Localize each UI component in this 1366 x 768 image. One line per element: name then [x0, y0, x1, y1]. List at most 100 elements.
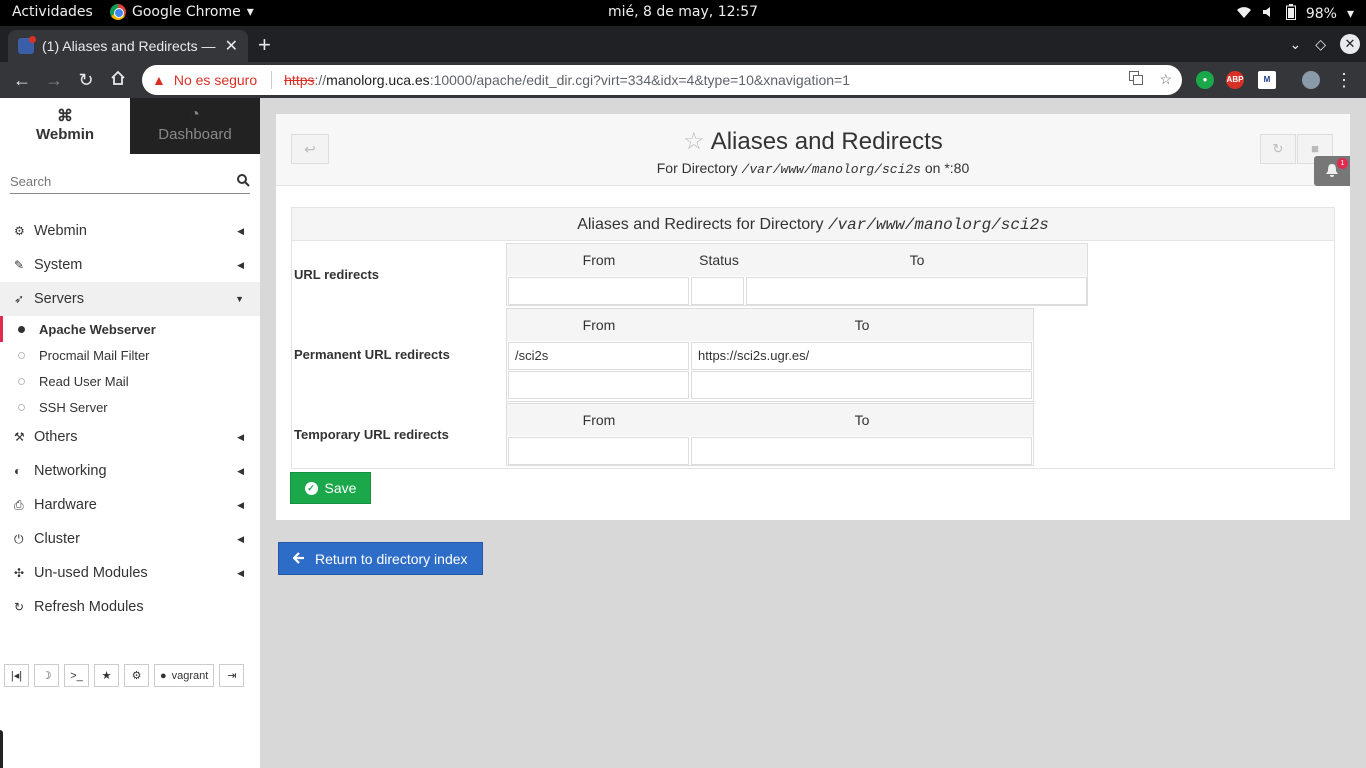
caret-down-icon: ▾ — [1346, 6, 1354, 22]
shield-icon: ◐ — [14, 464, 22, 478]
close-window-icon[interactable]: ✕ — [1340, 34, 1360, 54]
reload-module-button[interactable]: ↻ — [1260, 134, 1296, 164]
permanent-from-input[interactable] — [508, 371, 689, 399]
tab-webmin-label: Webmin — [35, 126, 95, 143]
sidebar-item-unused-modules[interactable]: ✣ Un-used Modules ◀ — [0, 556, 260, 590]
dock-edge — [0, 730, 3, 768]
sidebar-search — [10, 170, 250, 194]
sidebar-item-hardware[interactable]: ⎙ Hardware ◀ — [0, 488, 260, 522]
url-host: manolorg.uca.es — [326, 72, 430, 88]
sidebar-subitem-apache[interactable]: Apache Webserver — [0, 316, 260, 342]
temporary-from-input[interactable] — [508, 437, 689, 465]
sidebar-item-label: Cluster — [34, 531, 80, 547]
night-mode-icon[interactable]: ☽ — [34, 664, 59, 687]
chevron-down-icon[interactable]: ⌄ — [1289, 36, 1301, 53]
caret-left-icon: ◀ — [237, 499, 244, 510]
module-panel: ↩ ☆ Aliases and Redirects For Directory /… — [276, 114, 1350, 520]
gear-icon: ⚙ — [14, 224, 25, 238]
rocket-icon: ➶ — [14, 292, 25, 306]
return-button-label: Return to directory index — [315, 550, 468, 567]
form-title: Aliases and Redirects for Directory /var… — [292, 208, 1334, 241]
app-menu[interactable]: Google Chrome ▾ — [110, 4, 254, 20]
extension-green-icon[interactable]: ● — [1196, 71, 1214, 89]
column-header-to: To — [691, 404, 1033, 436]
webmin-logo-icon: ⌘ — [57, 108, 73, 125]
security-status[interactable]: No es seguro — [174, 72, 257, 88]
system-tray[interactable]: 98% ▾ — [1236, 4, 1354, 24]
temporary-redirects-table: From To — [506, 403, 1034, 466]
url-path: :10000/apache/edit_dir.cgi?virt=334&idx=… — [429, 72, 851, 88]
user-button[interactable]: ● vagrant — [154, 664, 215, 687]
forward-arrow-icon[interactable]: → — [38, 70, 70, 91]
printer-icon: ⎙ — [14, 497, 24, 512]
sidebar-item-system[interactable]: ✎ System ◀ — [0, 248, 260, 282]
terminal-icon[interactable]: >_ — [64, 664, 89, 687]
sidebar-item-webmin[interactable]: ⚙ Webmin ◀ — [0, 214, 260, 248]
profile-avatar[interactable] — [1302, 71, 1320, 89]
activities-button[interactable]: Actividades — [12, 4, 93, 20]
sidebar-item-label: System — [34, 257, 83, 273]
app-menu-label: Google Chrome — [132, 4, 241, 20]
sidebar-subitem-ssh[interactable]: SSH Server — [0, 394, 260, 420]
browser-tab[interactable]: (1) Aliases and Redirects — ✕ — [8, 30, 248, 62]
new-tab-button[interactable]: + — [258, 32, 271, 58]
sidebar-item-label: Refresh Modules — [34, 599, 144, 615]
search-input[interactable] — [10, 174, 237, 189]
url-scheme: https — [284, 72, 315, 88]
bookmark-star-icon[interactable]: ☆ — [1159, 71, 1172, 88]
permanent-to-value[interactable]: https://sci2s.ugr.es/ — [691, 342, 1032, 370]
search-icon[interactable] — [237, 173, 250, 190]
caret-down-icon: ▾ — [246, 4, 254, 20]
puzzle-icon: ✣ — [14, 566, 25, 580]
main-content: ↩ ☆ Aliases and Redirects For Directory /… — [260, 98, 1366, 768]
tab-webmin[interactable]: ⌘ Webmin — [0, 98, 130, 154]
page-title-row: ☆ Aliases and Redirects — [276, 127, 1350, 156]
sidebar-subitem-procmail[interactable]: Procmail Mail Filter — [0, 342, 260, 368]
save-button[interactable]: ✓ Save — [290, 472, 371, 504]
back-arrow-icon[interactable]: ← — [6, 70, 38, 91]
extension-chart-icon[interactable]: M — [1258, 71, 1276, 89]
save-button-label: Save — [324, 480, 357, 496]
collapse-sidebar-icon[interactable]: |◂| — [4, 664, 29, 687]
window-controls: ⌄ ◇ ✕ — [1289, 34, 1360, 54]
permanent-redirects-table: From To /sci2s https://sci2s.ugr.es/ — [506, 308, 1034, 402]
sidebar-item-networking[interactable]: ◐ Networking ◀ — [0, 454, 260, 488]
permanent-from-value[interactable]: /sci2s — [508, 342, 689, 370]
sidebar-subitem-read-mail[interactable]: Read User Mail — [0, 368, 260, 394]
close-tab-icon[interactable]: ✕ — [225, 36, 238, 56]
battery-level: 98% — [1305, 6, 1337, 22]
wifi-icon — [1236, 5, 1252, 23]
caret-left-icon: ◀ — [237, 225, 244, 236]
return-to-directory-index-button[interactable]: Return to directory index — [278, 542, 483, 575]
notifications-bell-icon[interactable]: 1 — [1314, 156, 1350, 186]
sidebar-item-servers[interactable]: ➶ Servers ▼ — [0, 282, 260, 316]
battery-icon — [1285, 4, 1296, 24]
sidebar-toolbar: |◂| ☽ >_ ★ ⚙ ● vagrant ⇥ — [4, 664, 245, 687]
adblock-plus-icon[interactable]: ABP — [1226, 71, 1244, 89]
caret-left-icon: ◀ — [237, 465, 244, 476]
sidebar-item-refresh-modules[interactable]: ↻ Refresh Modules — [0, 590, 260, 624]
theme-settings-icon[interactable]: ⚙ — [124, 664, 149, 687]
reload-icon[interactable]: ↻ — [70, 70, 102, 91]
caret-left-icon: ◀ — [237, 431, 244, 442]
url-redirect-from-input[interactable] — [508, 277, 689, 305]
restore-icon[interactable]: ◇ — [1315, 36, 1326, 53]
permanent-to-input[interactable] — [691, 371, 1032, 399]
favorite-star-icon[interactable]: ☆ — [683, 128, 705, 155]
dashboard-icon: ◔ — [190, 106, 200, 123]
logout-icon[interactable]: ⇥ — [219, 664, 245, 687]
sidebar-item-cluster[interactable]: ⏻ Cluster ◀ — [0, 522, 260, 556]
address-bar[interactable]: ▲ No es seguro https :// manolorg.uca.es… — [142, 65, 1182, 95]
translate-icon[interactable] — [1129, 71, 1144, 88]
temporary-to-input[interactable] — [691, 437, 1032, 465]
chrome-icon — [110, 4, 126, 20]
home-icon[interactable] — [102, 70, 134, 91]
more-menu-icon[interactable]: ⋮ — [1328, 70, 1360, 91]
sidebar-item-others[interactable]: ⚒ Others ◀ — [0, 420, 260, 454]
user-name: vagrant — [171, 669, 209, 682]
url-redirect-to-input[interactable] — [746, 277, 1087, 305]
url-redirect-status-input[interactable] — [691, 277, 744, 305]
favorites-star-icon[interactable]: ★ — [94, 664, 119, 687]
webmin-sidebar: ⌘ Webmin ◔ Dashboard ⚙ Webmin ◀ ✎ System ◀ ➶… — [0, 98, 260, 768]
tab-dashboard[interactable]: ◔ Dashboard — [130, 98, 260, 154]
